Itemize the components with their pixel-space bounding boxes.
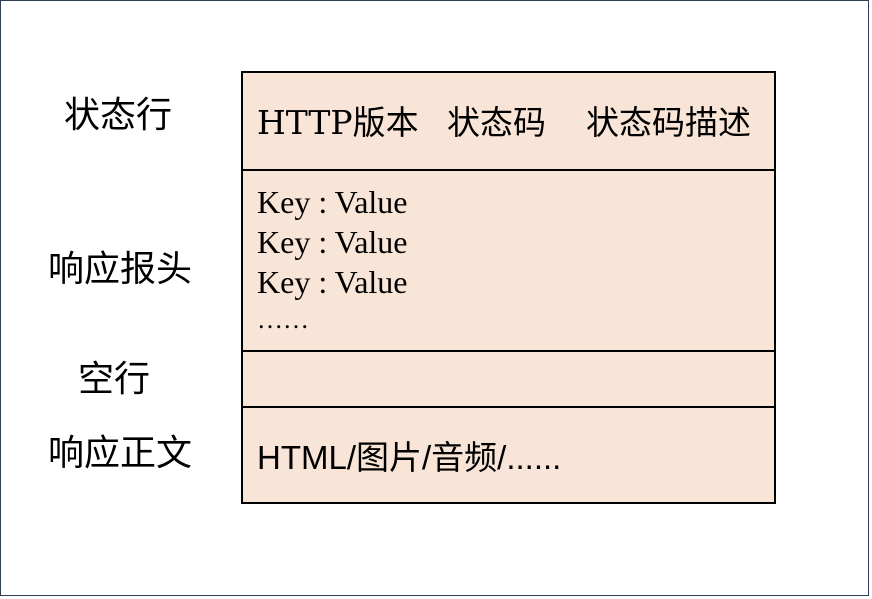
response-headers-row: Key : Value Key : Value Key : Value …… (243, 171, 774, 352)
header-ellipsis: …… (257, 305, 309, 334)
header-line: Key : Value (257, 224, 408, 260)
label-response-body: 响应正文 (48, 433, 193, 474)
status-line-row: HTTP版本 状态码 状态码描述 (243, 73, 774, 171)
label-response-headers: 响应报头 (48, 249, 193, 290)
response-body-text: HTML/图片/音频/...... (257, 439, 562, 476)
header-line: Key : Value (257, 184, 408, 220)
status-code-text: 状态码 (447, 103, 546, 142)
response-body-row: HTML/图片/音频/...... (243, 408, 774, 504)
http-response-box: HTTP版本 状态码 状态码描述 Key : Value Key : Value… (241, 71, 776, 504)
label-blank-line: 空行 (78, 359, 151, 400)
blank-line-row (243, 352, 774, 408)
status-description-text: 状态码描述 (586, 103, 751, 142)
http-version-text: HTTP版本 (257, 103, 419, 142)
header-line: Key : Value (257, 264, 408, 300)
label-status-line: 状态行 (64, 95, 173, 136)
